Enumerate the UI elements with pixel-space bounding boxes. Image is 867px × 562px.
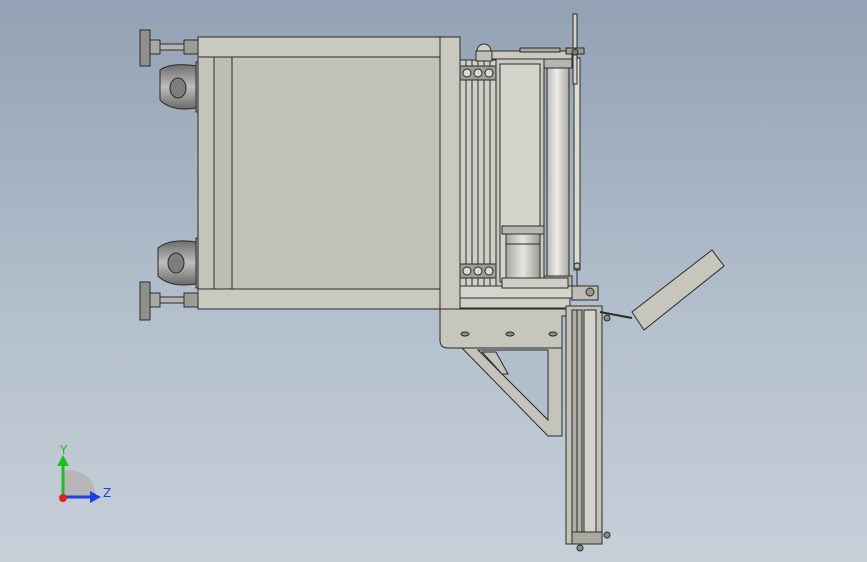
- leveling-foot-top: [139, 29, 199, 67]
- tilted-chute: [599, 249, 725, 331]
- top-linkage: [475, 43, 573, 62]
- triangular-support-bracket: [460, 347, 563, 437]
- cad-viewport[interactable]: Y Z: [0, 0, 867, 562]
- y-axis-label: Y: [59, 443, 68, 457]
- drive-motor: [501, 225, 545, 283]
- main-frame: [197, 36, 461, 310]
- z-axis-label: Z: [103, 486, 111, 500]
- x-axis-dot-icon: [59, 494, 67, 502]
- cylinder-rod: [573, 57, 581, 290]
- axis-triad: Y Z: [57, 443, 111, 503]
- pneumatic-cylinder: [543, 57, 573, 287]
- vertical-chute-rail: [565, 305, 611, 552]
- leveling-foot-bottom: [139, 281, 199, 321]
- z-arrowhead-icon: [90, 491, 101, 503]
- roller-bank: [459, 59, 497, 293]
